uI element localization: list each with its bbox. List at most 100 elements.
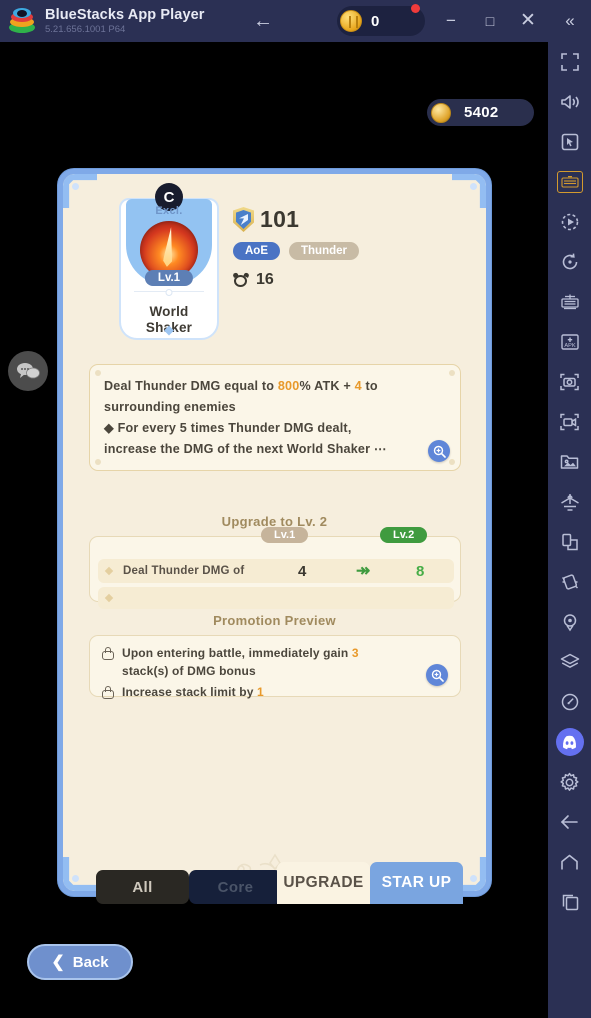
performance-icon[interactable] — [548, 682, 591, 722]
discord-badge — [555, 728, 584, 756]
promo-2-pre: Increase stack limit by — [122, 685, 258, 699]
row-bullet-icon — [104, 593, 114, 603]
media-manager-icon[interactable] — [548, 442, 591, 482]
desc-pre: Deal Thunder DMG equal to — [104, 379, 278, 393]
screenshot-icon[interactable] — [548, 362, 591, 402]
android-home-icon[interactable] — [548, 842, 591, 882]
close-button[interactable]: ✕ — [515, 8, 541, 34]
lock-icon — [102, 647, 114, 660]
location-icon[interactable] — [548, 602, 591, 642]
table-row: Deal Thunder DMG of 4 ↠ 8 — [98, 559, 454, 583]
corner-dot — [72, 183, 79, 190]
app-title: BlueStacks App Player — [45, 6, 205, 23]
cooldown-value: 16 — [256, 271, 274, 288]
maximize-button[interactable]: □ — [477, 8, 503, 34]
video-record-icon[interactable] — [548, 402, 591, 442]
desc-flat: 4 — [354, 379, 362, 393]
upgrade-comparison-panel: Lv.1 Lv.2 Deal Thunder DMG of 4 ↠ 8 — [89, 527, 461, 609]
promotion-preview-panel: Upon entering battle, immediately gain 3… — [89, 635, 461, 699]
bottom-tab-bar: All Core UPGRADE STAR UP — [0, 856, 548, 904]
promotion-text-1: Upon entering battle, immediately gain 3… — [122, 644, 359, 680]
android-back-icon[interactable] — [548, 802, 591, 842]
pointer-icon[interactable] — [548, 122, 591, 162]
app-version: 5.21.656.1001 P64 — [45, 23, 126, 35]
description-line-1: Deal Thunder DMG equal to 800% ATK + 4 t… — [104, 376, 446, 397]
keyboard-controls-icon[interactable] — [548, 162, 591, 202]
description-line-4: increase the DMG of the next World Shake… — [104, 442, 387, 456]
promo-1-cont: stack(s) of DMG bonus — [122, 664, 256, 678]
skill-icon-frame[interactable]: C Excl. Lv.1 World Shaker — [119, 183, 219, 340]
game-viewport: 5402 C Excl. Lv.1 World 101 AoE Thunder … — [0, 42, 548, 1018]
titlebar-text-group: BlueStacks App Player 5.21.656.1001 P64 — [45, 7, 205, 36]
discord-icon[interactable] — [548, 722, 591, 762]
back-chevron-icon: ❮ — [51, 954, 65, 971]
fullscreen-icon[interactable] — [548, 42, 591, 82]
bluestacks-sidebar: APK — [548, 42, 591, 1018]
layers-icon[interactable] — [548, 642, 591, 682]
rotate-icon[interactable] — [548, 242, 591, 282]
desc-percent: 800 — [277, 379, 300, 393]
desc-post: to — [361, 379, 378, 393]
skill-name-line-1: World — [149, 304, 189, 319]
coin-icon — [340, 10, 362, 32]
corner-dot — [470, 183, 477, 190]
lock-icon — [102, 686, 114, 699]
upgrade-col-to: Lv.2 — [380, 527, 428, 543]
power-row: 101 — [233, 206, 463, 233]
list-item: Upon entering battle, immediately gain 3… — [102, 644, 448, 680]
skill-tags: AoE Thunder — [233, 242, 463, 260]
upgrade-col-from: Lv.1 — [261, 527, 309, 543]
promo-2-num: 1 — [257, 685, 264, 699]
apk-install-icon[interactable]: APK — [548, 322, 591, 362]
promo-1-pre: Upon entering battle, immediately gain — [122, 646, 352, 660]
promo-1-num: 3 — [351, 646, 359, 660]
svg-text:APK: APK — [564, 343, 575, 349]
skill-level-chip: Lv.1 — [144, 270, 194, 286]
collapse-sidebar-button[interactable]: « — [557, 8, 583, 34]
card-corner-decor-tr — [452, 174, 486, 208]
copy-paste-icon[interactable] — [548, 522, 591, 562]
tab-upgrade[interactable]: UPGRADE — [277, 862, 370, 904]
upgrade-row-label: Deal Thunder DMG of — [123, 565, 245, 577]
magnifier-plus-icon[interactable] — [426, 664, 448, 686]
power-value: 101 — [260, 206, 300, 232]
minimize-button[interactable]: − — [438, 8, 464, 34]
back-button[interactable]: ❮ Back — [27, 944, 133, 980]
titlebar-back-arrow-icon[interactable]: ← — [250, 9, 276, 33]
card-corner-decor-tl — [63, 174, 97, 208]
chat-bubbles-icon[interactable] — [8, 351, 48, 391]
table-row — [98, 587, 454, 609]
tab-star-up[interactable]: STAR UP — [370, 862, 463, 904]
titlebar-coin-value: 0 — [371, 12, 380, 30]
description-line-2: surrounding enemies — [104, 400, 236, 414]
back-button-label: Back — [72, 953, 109, 971]
tab-core[interactable]: Core — [189, 870, 282, 904]
promotion-text-2: Increase stack limit by 1 — [122, 683, 264, 701]
eco-mode-icon[interactable] — [548, 482, 591, 522]
shake-icon[interactable] — [548, 562, 591, 602]
power-shield-icon — [233, 207, 254, 232]
list-item: Increase stack limit by 1 — [102, 683, 448, 701]
magnifier-plus-icon[interactable] — [428, 440, 450, 462]
multi-instance-icon[interactable] — [548, 282, 591, 322]
upgrade-arrow-icon: ↠ — [356, 561, 371, 580]
currency-hud[interactable]: 5402 — [427, 99, 534, 126]
bluestacks-logo-icon — [9, 8, 35, 34]
skill-detail-card: C Excl. Lv.1 World Shaker — [58, 169, 491, 896]
android-recents-icon[interactable] — [548, 882, 591, 922]
settings-gear-icon[interactable] — [548, 762, 591, 802]
tab-all[interactable]: All — [96, 870, 189, 904]
keyboard-controls-box — [556, 171, 583, 193]
skill-icon-banner: C Excl. Lv.1 — [126, 183, 212, 286]
cooldown-row: 16 — [232, 271, 463, 289]
gold-coin-icon — [431, 102, 451, 123]
macro-record-icon[interactable] — [548, 202, 591, 242]
frame-divider — [134, 291, 204, 292]
skill-description-panel: Deal Thunder DMG equal to 800% ATK + 4 t… — [89, 364, 461, 471]
description-line-3: ◆ For every 5 times Thunder DMG dealt, — [104, 421, 352, 435]
currency-amount: 5402 — [464, 104, 499, 121]
volume-icon[interactable] — [548, 82, 591, 122]
tag-element: Thunder — [289, 242, 359, 260]
cooldown-clock-icon — [232, 272, 250, 288]
notification-dot — [411, 4, 420, 13]
